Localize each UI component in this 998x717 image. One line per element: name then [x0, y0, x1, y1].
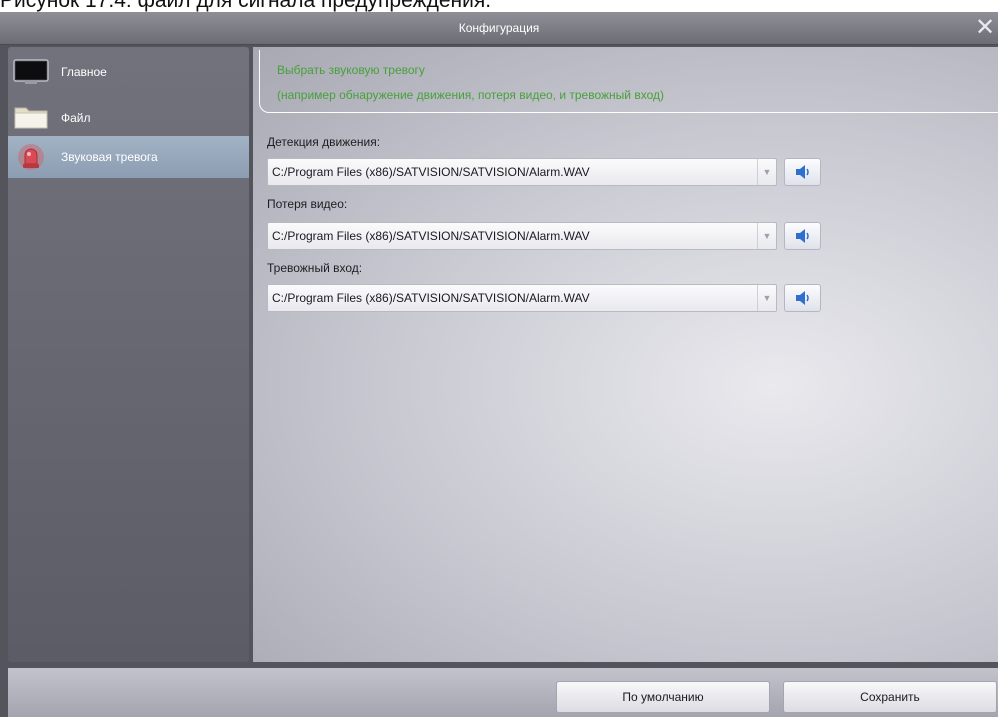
video-loss-select[interactable]: C:/Program Files (x86)/SATVISION/SATVISI…: [267, 222, 777, 250]
sidebar-item-label: Главное: [61, 65, 107, 79]
sidebar-item-sound-alarm[interactable]: Звуковая тревога: [8, 136, 249, 178]
motion-detection-label: Детекция движения:: [267, 135, 381, 149]
section-header: Выбрать звуковую тревогу (например обнар…: [259, 50, 998, 113]
video-loss-play-button[interactable]: [784, 222, 821, 250]
sidebar-item-general[interactable]: Главное: [8, 51, 249, 93]
alarm-input-play-button[interactable]: [784, 284, 821, 312]
window-title: Конфигурация: [458, 21, 540, 35]
alarm-input-select[interactable]: C:/Program Files (x86)/SATVISION/SATVISI…: [267, 284, 777, 312]
close-icon[interactable]: ✕: [974, 15, 996, 39]
default-button[interactable]: По умолчанию: [556, 681, 770, 713]
sidebar-item-label: Звуковая тревога: [61, 150, 158, 164]
page-caption: Рисунок 17.4: файл для сигнала предупреж…: [0, 0, 492, 12]
chevron-down-icon[interactable]: ▼: [757, 223, 776, 249]
header-subtitle: (например обнаружение движения, потеря в…: [277, 88, 664, 102]
select-value: C:/Program Files (x86)/SATVISION/SATVISI…: [272, 229, 590, 243]
footer-bar: По умолчанию Сохранить: [8, 668, 998, 717]
header-title: Выбрать звуковую тревогу: [277, 63, 425, 77]
config-window: Конфигурация ✕ Главное Файл Звуковая тре…: [0, 12, 998, 717]
monitor-icon: [13, 59, 49, 88]
folder-icon: [13, 102, 49, 133]
select-value: C:/Program Files (x86)/SATVISION/SATVISI…: [272, 165, 590, 179]
title-bar: Конфигурация ✕: [0, 12, 998, 45]
alarm-input-label: Тревожный вход:: [267, 261, 363, 275]
video-loss-label: Потеря видео:: [267, 197, 348, 211]
sidebar-item-file[interactable]: Файл: [8, 93, 249, 135]
alarm-icon: [16, 142, 48, 175]
chevron-down-icon[interactable]: ▼: [757, 159, 776, 185]
chevron-down-icon[interactable]: ▼: [757, 285, 776, 311]
sidebar-item-label: Файл: [61, 111, 91, 125]
main-panel: Выбрать звуковую тревогу (например обнар…: [253, 47, 998, 662]
save-button[interactable]: Сохранить: [783, 681, 997, 713]
motion-detection-play-button[interactable]: [784, 158, 821, 186]
select-value: C:/Program Files (x86)/SATVISION/SATVISI…: [272, 291, 590, 305]
motion-detection-select[interactable]: C:/Program Files (x86)/SATVISION/SATVISI…: [267, 158, 777, 186]
sidebar: Главное Файл Звуковая тревога: [8, 47, 249, 662]
